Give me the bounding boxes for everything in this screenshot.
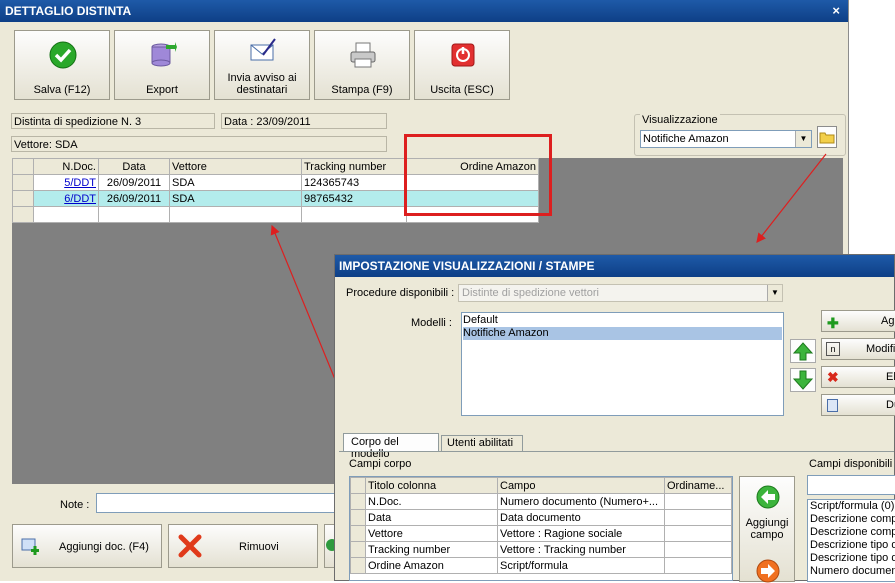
move-down-button[interactable] xyxy=(790,368,816,392)
edit-icon: n xyxy=(826,342,840,356)
table-row[interactable]: Vettore Vettore : Ragione sociale xyxy=(350,525,732,542)
cell-titolo[interactable]: N.Doc. xyxy=(365,493,498,510)
cell-campo[interactable]: Data documento xyxy=(497,509,665,526)
arrow-up-icon xyxy=(792,342,814,361)
add-model-label: Ag xyxy=(881,315,895,327)
grid-header-row: Titolo colonna Campo Ordiname... xyxy=(350,477,732,494)
arrow-left-icon xyxy=(756,485,780,509)
cell-titolo[interactable]: Vettore xyxy=(365,525,498,542)
duplicate-icon xyxy=(827,399,838,412)
col-header-ordinamento[interactable]: Ordiname... xyxy=(664,477,732,494)
cell-campo[interactable]: Script/formula xyxy=(497,557,665,574)
delete-model-button[interactable]: ✖ Eli xyxy=(821,366,895,388)
procedure-label: Procedure disponibili : xyxy=(346,287,455,299)
add-model-button[interactable]: ✚ Ag xyxy=(821,310,895,332)
list-item[interactable]: Descrizione compl xyxy=(810,526,895,539)
cell-campo[interactable]: Vettore : Tracking number xyxy=(497,541,665,558)
campi-corpo-label: Campi corpo xyxy=(349,458,412,470)
impostazione-dialog: IMPOSTAZIONE VISUALIZZAZIONI / STAMPE Pr… xyxy=(334,254,895,583)
cell-titolo[interactable]: Data xyxy=(365,509,498,526)
delete-icon: ✖ xyxy=(827,369,839,385)
col-header-titolo[interactable]: Titolo colonna xyxy=(365,477,498,494)
modelli-list[interactable]: Default Notifiche Amazon xyxy=(461,312,784,416)
add-field-button[interactable]: Aggiungi campo xyxy=(739,476,795,583)
cell-campo[interactable]: Numero documento (Numero+... xyxy=(497,493,665,510)
tab-utenti-abilitati[interactable]: Utenti abilitati xyxy=(441,435,523,451)
list-item[interactable]: Descrizione compl xyxy=(810,513,895,526)
campi-disponibili-list[interactable]: Script/formula (0) Descrizione compl Des… xyxy=(807,499,895,582)
col-header-campo[interactable]: Campo xyxy=(497,477,665,494)
duplicate-model-label: Du xyxy=(886,399,895,411)
list-item[interactable]: Descrizione tipo d xyxy=(810,552,895,565)
tab-utenti-label: Utenti abilitati xyxy=(447,437,514,449)
cell-campo[interactable]: Vettore : Ragione sociale xyxy=(497,525,665,542)
list-item[interactable]: Descrizione tipo d xyxy=(810,539,895,552)
plus-icon: ✚ xyxy=(827,315,839,331)
modelli-label: Modelli : xyxy=(411,317,452,329)
add-field-label: Aggiungi campo xyxy=(745,517,789,541)
campi-filter-input[interactable] xyxy=(807,475,895,495)
edit-model-label: Modifi xyxy=(866,343,895,355)
table-row[interactable]: Ordine Amazon Script/formula xyxy=(350,557,732,574)
tab-corpo-modello[interactable]: Corpo del modello xyxy=(343,433,439,460)
campi-disponibili-label: Campi disponibili xyxy=(809,458,893,470)
dialog-title: IMPOSTAZIONE VISUALIZZAZIONI / STAMPE xyxy=(335,255,894,277)
list-item[interactable]: Script/formula (0) xyxy=(810,500,895,513)
move-up-button[interactable] xyxy=(790,339,816,363)
row-selector-header xyxy=(350,477,366,494)
arrow-down-icon xyxy=(792,370,814,390)
cell-titolo[interactable]: Tracking number xyxy=(365,541,498,558)
arrow-right-icon xyxy=(756,559,780,583)
procedure-value: Distinte di spedizione vettori xyxy=(462,287,599,299)
duplicate-model-button[interactable]: Du xyxy=(821,394,895,416)
cell-titolo[interactable]: Ordine Amazon xyxy=(365,557,498,574)
list-item[interactable]: Default xyxy=(463,314,782,327)
table-row[interactable]: N.Doc. Numero documento (Numero+... xyxy=(350,493,732,510)
list-item[interactable]: Numero documen xyxy=(810,565,895,578)
table-row[interactable]: Data Data documento xyxy=(350,509,732,526)
campi-corpo-grid: Titolo colonna Campo Ordiname... N.Doc. N… xyxy=(349,476,733,581)
list-item-selected[interactable]: Notifiche Amazon xyxy=(463,327,782,340)
procedure-select[interactable]: Distinte di spedizione vettori ▼ xyxy=(458,284,783,302)
chevron-down-icon[interactable]: ▼ xyxy=(767,285,782,301)
edit-model-button[interactable]: n Modifi xyxy=(821,338,895,360)
table-row[interactable]: Tracking number Vettore : Tracking number xyxy=(350,541,732,558)
delete-model-label: Eli xyxy=(886,371,895,383)
